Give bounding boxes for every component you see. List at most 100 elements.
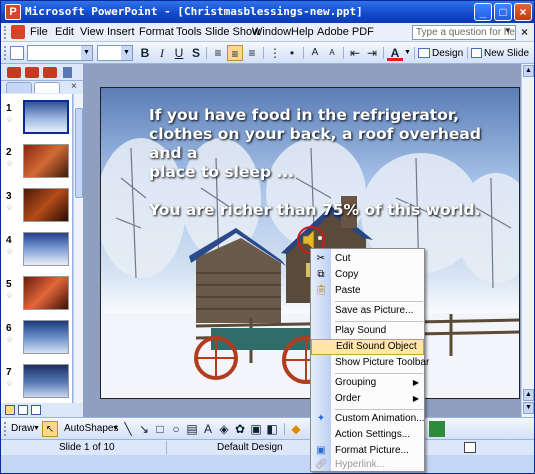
slide-thumb-2[interactable] <box>23 144 69 178</box>
new-document-icon[interactable] <box>10 46 24 60</box>
paint-bucket-icon[interactable]: ◆ <box>288 421 304 437</box>
decrease-font-icon[interactable]: A <box>324 45 340 61</box>
clipart-tool-icon[interactable]: ✿ <box>232 421 248 437</box>
font-size-combo[interactable]: ▼ <box>97 45 133 61</box>
textbox-tool-icon[interactable]: ▤ <box>184 421 200 437</box>
menu-tools[interactable]: Tools <box>176 26 202 38</box>
move-up-icon[interactable] <box>43 67 57 78</box>
close-button[interactable]: × <box>514 3 532 21</box>
menu-item-play-sound[interactable]: Play Sound <box>311 323 424 339</box>
editing-scrollbar[interactable]: ▲ ▲ ▼ <box>521 64 534 417</box>
menu-item-cut[interactable]: ✂ Cut <box>311 251 424 267</box>
slide-thumb-4[interactable] <box>23 232 69 266</box>
new-slide-icon[interactable] <box>471 48 482 58</box>
picture-tool-icon[interactable]: ▣ <box>248 421 264 437</box>
slide-thumb-6[interactable] <box>23 320 69 354</box>
toolbar-grip[interactable] <box>4 422 7 436</box>
close-document-button[interactable]: × <box>521 25 528 39</box>
design-button[interactable]: Design <box>432 48 463 59</box>
increase-indent-icon[interactable]: ⇥ <box>364 45 380 61</box>
chevron-down-icon[interactable]: ▼ <box>121 46 132 60</box>
title-bar[interactable]: P Microsoft PowerPoint - [Christmasbless… <box>1 1 534 23</box>
menu-item-edit-sound-object[interactable]: Edit Sound Object <box>311 339 424 355</box>
chevron-down-icon[interactable]: ▼ <box>33 425 40 432</box>
chevron-down-icon[interactable]: ▼ <box>404 49 411 56</box>
separator <box>343 47 344 59</box>
menu-view[interactable]: View <box>80 26 104 38</box>
font-color-button[interactable]: A <box>387 45 403 61</box>
scroll-up-icon[interactable]: ▲ <box>523 65 534 77</box>
italic-button[interactable]: I <box>154 45 170 61</box>
align-right-icon[interactable]: ≡ <box>244 45 260 61</box>
menu-item-grouping[interactable]: Grouping ▶ <box>311 375 424 391</box>
menu-insert[interactable]: Insert <box>107 26 135 38</box>
menu-item-format-picture[interactable]: ▣ Format Picture... <box>311 443 424 459</box>
menu-item-show-picture-toolbar[interactable]: Show Picture Toolbar <box>311 355 429 371</box>
tab-slides[interactable] <box>34 82 60 93</box>
menu-format[interactable]: Format <box>139 26 174 38</box>
slide-body-text[interactable]: If you have food in the refrigerator, cl… <box>149 106 509 220</box>
menu-adobe-pdf[interactable]: Adobe PDF <box>317 26 374 38</box>
normal-view-button[interactable] <box>5 405 15 415</box>
fill-color-icon[interactable]: ◧ <box>264 421 280 437</box>
tab-outline[interactable] <box>6 82 32 93</box>
line-tool-icon[interactable]: ╲ <box>120 421 136 437</box>
align-center-icon[interactable]: ≡ <box>227 45 243 61</box>
wordart-tool-icon[interactable]: A <box>200 421 216 437</box>
menu-grip[interactable] <box>4 26 7 39</box>
select-objects-icon[interactable]: ↖ <box>42 421 58 437</box>
design-icon[interactable] <box>418 48 430 58</box>
oval-tool-icon[interactable]: ○ <box>168 421 184 437</box>
minimize-button[interactable]: _ <box>474 3 492 21</box>
menu-file[interactable]: File <box>30 26 48 38</box>
chevron-down-icon[interactable]: ▼ <box>81 46 92 60</box>
shadow-button[interactable]: S <box>188 45 204 61</box>
chevron-down-icon[interactable]: ▼ <box>112 425 119 432</box>
bold-button[interactable]: B <box>137 45 153 61</box>
previous-slide-icon[interactable]: ▲ <box>523 389 534 401</box>
toolbar-grip[interactable] <box>4 46 7 60</box>
maximize-button[interactable]: □ <box>494 3 512 21</box>
promote-icon[interactable] <box>7 67 21 78</box>
menu-item-order[interactable]: Order ▶ <box>311 391 424 407</box>
chevron-down-icon[interactable]: ▼ <box>504 26 512 35</box>
slide-thumb-7[interactable] <box>23 364 69 398</box>
menu-edit[interactable]: Edit <box>55 26 74 38</box>
menu-item-copy[interactable]: ⧉ Copy <box>311 267 424 283</box>
menu-item-save-as-picture[interactable]: Save as Picture... <box>311 303 424 319</box>
help-search-input[interactable]: Type a question for help <box>412 25 516 40</box>
draw-menu-button[interactable]: Draw <box>11 423 34 434</box>
slide-thumb-1[interactable] <box>23 100 69 134</box>
menu-item-custom-animation[interactable]: ✦ Custom Animation... <box>311 411 425 427</box>
menu-separator <box>335 321 423 322</box>
next-slide-icon[interactable]: ▼ <box>523 402 534 414</box>
menu-window[interactable]: Window <box>252 26 291 38</box>
menu-item-action-settings[interactable]: Action Settings... <box>311 427 424 443</box>
toolbar-options-icon[interactable] <box>63 67 72 78</box>
align-left-icon[interactable]: ≡ <box>210 45 226 61</box>
scrollbar-thumb[interactable] <box>75 108 83 198</box>
menu-item-paste[interactable]: 📋︎ Paste <box>311 283 424 299</box>
increase-font-icon[interactable]: A <box>307 45 323 61</box>
thumbnails-scrollbar[interactable] <box>73 94 83 403</box>
document-icon[interactable] <box>11 25 25 39</box>
slide-sorter-view-button[interactable] <box>18 405 28 415</box>
autoshapes-button[interactable]: AutoShapes <box>64 423 119 434</box>
slide-show-button[interactable] <box>31 405 41 415</box>
slide-thumb-5[interactable] <box>23 276 69 310</box>
rectangle-tool-icon[interactable]: □ <box>152 421 168 437</box>
bullets-icon[interactable]: • <box>284 45 300 61</box>
spelling-icon[interactable] <box>464 442 476 453</box>
3d-style-icon[interactable] <box>429 421 445 437</box>
font-name-combo[interactable]: ▼ <box>27 45 93 61</box>
diagram-tool-icon[interactable]: ◈ <box>216 421 232 437</box>
demote-icon[interactable] <box>25 67 39 78</box>
close-icon[interactable]: × <box>71 81 77 92</box>
decrease-indent-icon[interactable]: ⇤ <box>347 45 363 61</box>
numbering-icon[interactable]: ⋮ <box>267 45 283 61</box>
underline-button[interactable]: U <box>171 45 187 61</box>
arrow-tool-icon[interactable]: ↘ <box>136 421 152 437</box>
menu-help[interactable]: Help <box>291 26 314 38</box>
slide-thumb-3[interactable] <box>23 188 69 222</box>
new-slide-button[interactable]: New Slide <box>484 48 529 59</box>
